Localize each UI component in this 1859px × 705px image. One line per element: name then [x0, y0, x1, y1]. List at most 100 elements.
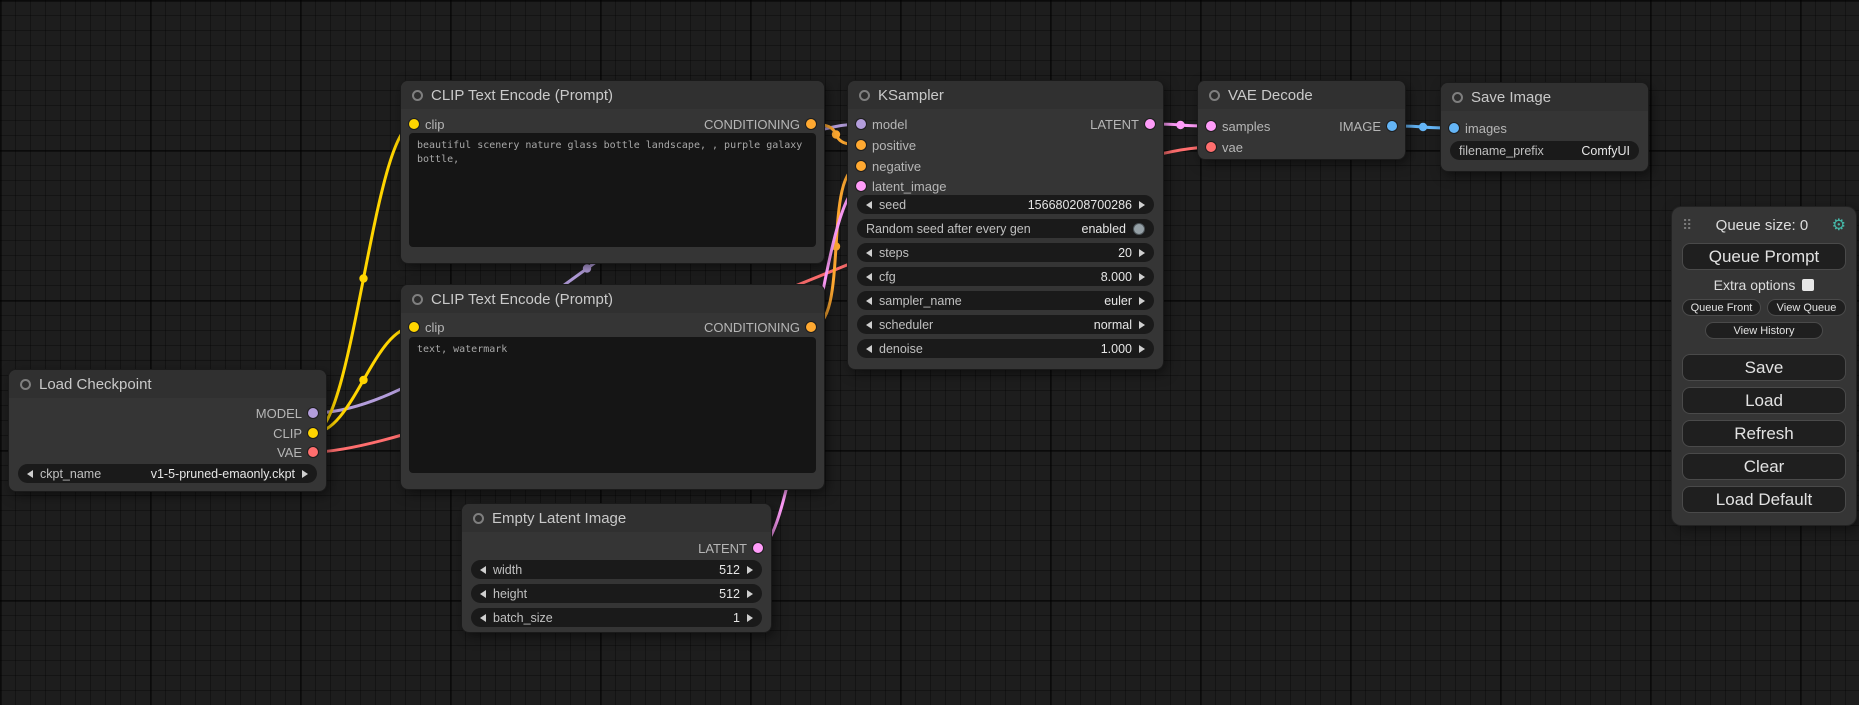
collapse-dot-icon[interactable] — [412, 90, 423, 101]
output-dot-image-icon[interactable] — [1387, 121, 1397, 131]
input-slot-negative[interactable]: negative — [856, 157, 921, 175]
increment-arrow-icon[interactable] — [747, 614, 753, 622]
node-vae-decode[interactable]: VAE Decode samples vae IMAGE — [1198, 81, 1405, 159]
decrement-arrow-icon[interactable] — [480, 566, 486, 574]
input-dot-latent-icon[interactable] — [856, 181, 866, 191]
widget-random-seed-toggle[interactable]: Random seed after every gen enabled — [857, 219, 1154, 238]
output-dot-vae-icon[interactable] — [308, 447, 318, 457]
output-slot-conditioning[interactable]: CONDITIONING — [704, 115, 816, 133]
load-default-button[interactable]: Load Default — [1682, 486, 1846, 513]
widget-batch-size[interactable]: batch_size 1 — [471, 608, 762, 627]
settings-gear-icon[interactable]: ⚙ — [1832, 215, 1846, 235]
load-button[interactable]: Load — [1682, 387, 1846, 414]
widget-height[interactable]: height 512 — [471, 584, 762, 603]
node-titlebar[interactable]: Empty Latent Image — [462, 504, 771, 532]
node-empty-latent-image[interactable]: Empty Latent Image LATENT width 512 heig… — [462, 504, 771, 632]
queue-front-button[interactable]: Queue Front — [1682, 299, 1761, 316]
output-slot-model[interactable]: MODEL — [256, 404, 318, 422]
decrement-arrow-icon[interactable] — [866, 201, 872, 209]
node-titlebar[interactable]: CLIP Text Encode (Prompt) — [401, 285, 824, 313]
output-slot-latent[interactable]: LATENT — [1090, 115, 1155, 133]
output-slot-image[interactable]: IMAGE — [1339, 117, 1397, 135]
decrement-arrow-icon[interactable] — [480, 590, 486, 598]
widget-ckpt-name[interactable]: ckpt_name v1-5-pruned-emaonly.ckpt — [18, 464, 317, 483]
node-clip-text-encode-positive[interactable]: CLIP Text Encode (Prompt) clip CONDITION… — [401, 81, 824, 263]
input-slot-images[interactable]: images — [1449, 119, 1507, 137]
refresh-button[interactable]: Refresh — [1682, 420, 1846, 447]
decrement-arrow-icon[interactable] — [866, 249, 872, 257]
output-slot-clip[interactable]: CLIP — [273, 424, 318, 442]
decrement-arrow-icon[interactable] — [27, 470, 33, 478]
input-dot-model-icon[interactable] — [856, 119, 866, 129]
widget-steps[interactable]: steps 20 — [857, 243, 1154, 262]
output-dot-conditioning-icon[interactable] — [806, 119, 816, 129]
decrement-arrow-icon[interactable] — [480, 614, 486, 622]
collapse-dot-icon[interactable] — [859, 90, 870, 101]
input-slot-latent-image[interactable]: latent_image — [856, 177, 946, 195]
input-dot-clip-icon[interactable] — [409, 322, 419, 332]
node-titlebar[interactable]: VAE Decode — [1198, 81, 1405, 109]
collapse-dot-icon[interactable] — [1209, 90, 1220, 101]
widget-width[interactable]: width 512 — [471, 560, 762, 579]
extra-options-checkbox[interactable] — [1802, 279, 1814, 291]
input-dot-clip-icon[interactable] — [409, 119, 419, 129]
output-dot-model-icon[interactable] — [308, 408, 318, 418]
decrement-arrow-icon[interactable] — [866, 345, 872, 353]
view-history-button[interactable]: View History — [1705, 322, 1823, 339]
increment-arrow-icon[interactable] — [1139, 345, 1145, 353]
collapse-dot-icon[interactable] — [1452, 92, 1463, 103]
output-slot-vae[interactable]: VAE — [277, 443, 318, 461]
input-slot-model[interactable]: model — [856, 115, 907, 133]
output-dot-latent-icon[interactable] — [1145, 119, 1155, 129]
increment-arrow-icon[interactable] — [1139, 321, 1145, 329]
widget-filename-prefix[interactable]: filename_prefix ComfyUI — [1450, 141, 1639, 160]
save-button[interactable]: Save — [1682, 354, 1846, 381]
input-dot-image-icon[interactable] — [1449, 123, 1459, 133]
increment-arrow-icon[interactable] — [747, 590, 753, 598]
output-slot-latent[interactable]: LATENT — [698, 539, 763, 557]
increment-arrow-icon[interactable] — [1139, 297, 1145, 305]
node-canvas[interactable]: { "colors": { "model": "#B39DDB", "clip"… — [0, 0, 1859, 705]
increment-arrow-icon[interactable] — [302, 470, 308, 478]
widget-sampler-name[interactable]: sampler_name euler — [857, 291, 1154, 310]
collapse-dot-icon[interactable] — [473, 513, 484, 524]
prompt-textarea[interactable]: beautiful scenery nature glass bottle la… — [409, 133, 816, 247]
collapse-dot-icon[interactable] — [412, 294, 423, 305]
node-titlebar[interactable]: Load Checkpoint — [9, 370, 326, 398]
input-slot-clip[interactable]: clip — [409, 115, 445, 133]
drag-handle-icon[interactable]: ⠿ — [1682, 217, 1692, 234]
decrement-arrow-icon[interactable] — [866, 297, 872, 305]
node-titlebar[interactable]: Save Image — [1441, 83, 1648, 111]
increment-arrow-icon[interactable] — [1139, 273, 1145, 281]
input-slot-vae[interactable]: vae — [1206, 138, 1243, 156]
output-dot-conditioning-icon[interactable] — [806, 322, 816, 332]
output-slot-conditioning[interactable]: CONDITIONING — [704, 318, 816, 336]
output-dot-latent-icon[interactable] — [753, 543, 763, 553]
node-ksampler[interactable]: KSampler model positive negative latent_… — [848, 81, 1163, 369]
decrement-arrow-icon[interactable] — [866, 273, 872, 281]
input-dot-conditioning-icon[interactable] — [856, 161, 866, 171]
input-slot-positive[interactable]: positive — [856, 136, 916, 154]
input-slot-samples[interactable]: samples — [1206, 117, 1270, 135]
output-dot-clip-icon[interactable] — [308, 428, 318, 438]
view-queue-button[interactable]: View Queue — [1767, 299, 1846, 316]
input-slot-clip[interactable]: clip — [409, 318, 445, 336]
node-clip-text-encode-negative[interactable]: CLIP Text Encode (Prompt) clip CONDITION… — [401, 285, 824, 489]
decrement-arrow-icon[interactable] — [866, 321, 872, 329]
clear-button[interactable]: Clear — [1682, 453, 1846, 480]
input-dot-latent-icon[interactable] — [1206, 121, 1216, 131]
node-titlebar[interactable]: CLIP Text Encode (Prompt) — [401, 81, 824, 109]
queue-prompt-button[interactable]: Queue Prompt — [1682, 243, 1846, 270]
widget-scheduler[interactable]: scheduler normal — [857, 315, 1154, 334]
node-load-checkpoint[interactable]: Load Checkpoint MODEL CLIP VAE ckpt_name… — [9, 370, 326, 491]
increment-arrow-icon[interactable] — [1139, 249, 1145, 257]
input-dot-conditioning-icon[interactable] — [856, 140, 866, 150]
collapse-dot-icon[interactable] — [20, 379, 31, 390]
prompt-textarea[interactable]: text, watermark — [409, 337, 816, 473]
widget-cfg[interactable]: cfg 8.000 — [857, 267, 1154, 286]
increment-arrow-icon[interactable] — [1139, 201, 1145, 209]
input-dot-vae-icon[interactable] — [1206, 142, 1216, 152]
widget-denoise[interactable]: denoise 1.000 — [857, 339, 1154, 358]
widget-seed[interactable]: seed 156680208700286 — [857, 195, 1154, 214]
toggle-knob-icon[interactable] — [1133, 223, 1145, 235]
